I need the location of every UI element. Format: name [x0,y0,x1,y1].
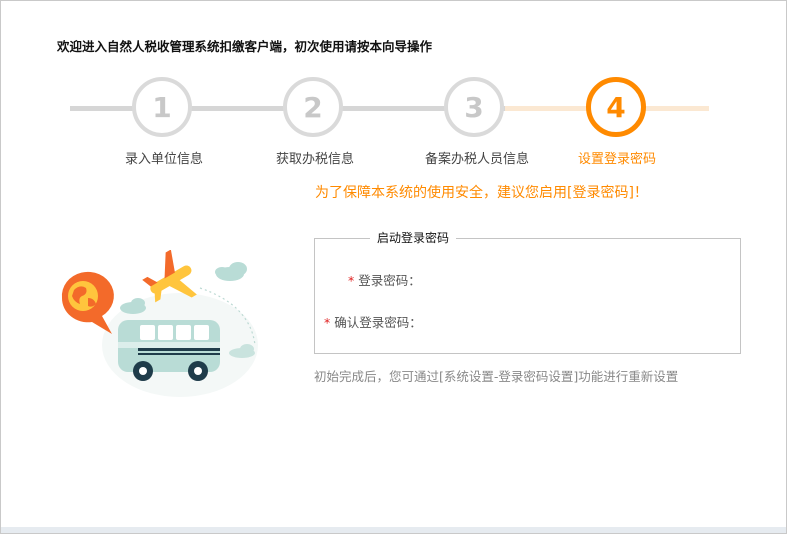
login-password-label: 登录密码： [358,273,421,288]
confirm-password-row: * 确认登录密码： [324,312,422,331]
security-tip: 为了保障本系统的使用安全，建议您启用[登录密码]！ [315,185,648,201]
travel-illustration [61,250,258,397]
password-fieldset [314,238,741,354]
welcome-title: 欢迎进入自然人税收管理系统扣缴客户端，初次使用请按本向导操作 [57,39,433,54]
reset-hint: 初始完成后，您可通过[系统设置-登录密码设置]功能进行重新设置 [314,369,679,384]
required-marker: * [324,315,331,330]
step-2-label: 获取办税信息 [275,152,355,167]
step-1-circle: 1 [132,77,192,137]
cloud-icon [215,262,247,281]
password-fieldset-legend: 启动登录密码 [370,229,457,246]
step-3-label: 备案办税人员信息 [424,152,530,167]
step-2-circle: 2 [283,77,343,137]
cloud-icon [120,298,146,314]
globe-speech-icon [61,271,114,334]
login-password-input[interactable] [428,267,722,291]
bus-icon [118,320,220,381]
step-3-circle: 3 [444,77,504,137]
confirm-password-input[interactable] [428,309,722,333]
login-password-row: * 登录密码： [348,270,421,289]
step-4-circle: 4 [586,77,646,137]
step-1-label: 录入单位信息 [124,152,204,167]
required-marker: * [348,273,355,288]
bottom-bar [1,527,786,533]
confirm-password-label: 确认登录密码： [334,315,422,330]
step-4-label: 设置登录密码 [577,152,657,167]
